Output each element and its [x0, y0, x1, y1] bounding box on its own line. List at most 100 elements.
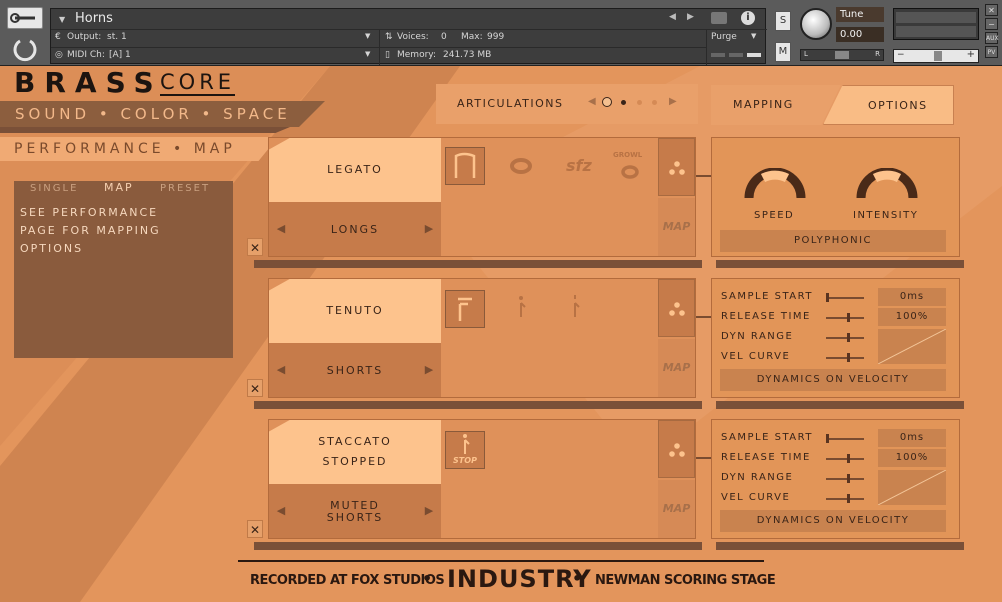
dyn-range-slider[interactable]	[826, 337, 864, 339]
page-dot-2[interactable]	[621, 100, 626, 105]
slot1-remove-icon[interactable]: ✕	[247, 238, 263, 256]
slot3-map-button[interactable]: MAP	[658, 480, 695, 538]
tab-map[interactable]: MAP	[104, 181, 134, 194]
memory-label: Memory:	[397, 50, 436, 60]
slot3-remove-icon[interactable]: ✕	[247, 520, 263, 538]
page-dot-4[interactable]	[652, 100, 657, 105]
max-label: Max:	[461, 32, 483, 42]
pan-handle[interactable]	[835, 51, 849, 59]
sample-start-handle[interactable]	[826, 434, 829, 443]
release-time-slider[interactable]	[826, 317, 864, 319]
sfz-icon[interactable]: sfz	[566, 156, 592, 175]
next-instrument-icon[interactable]: ▶	[687, 12, 694, 22]
tab-preset[interactable]: PRESET	[160, 183, 210, 194]
sample-start-label: SAMPLE START	[721, 291, 813, 302]
info-icon[interactable]: i	[741, 11, 755, 25]
wrench-icon[interactable]	[7, 7, 43, 29]
dyn-range-slider[interactable]	[826, 478, 864, 480]
slot2-remove-icon[interactable]: ✕	[247, 379, 263, 397]
voices-value: 0	[441, 32, 447, 42]
articulation-name-line1: STACCATO	[318, 435, 392, 448]
release-time-value[interactable]: 100%	[878, 449, 946, 467]
growl-icon[interactable]	[621, 164, 639, 179]
speed-label: SPEED	[754, 210, 795, 221]
speed-knob[interactable]	[743, 167, 807, 202]
purge-dropdown[interactable]: Purge	[711, 32, 737, 42]
intensity-knob[interactable]	[855, 167, 919, 202]
sample-start-value[interactable]: 0ms	[878, 429, 946, 447]
release-time-handle[interactable]	[847, 454, 850, 463]
pan-slider[interactable]: L R	[800, 49, 884, 61]
sample-start-slider[interactable]	[826, 438, 864, 440]
release-time-value[interactable]: 100%	[878, 308, 946, 326]
tune-value[interactable]: 0.00	[836, 27, 884, 42]
slot3-multi-button[interactable]	[658, 420, 695, 478]
slot1-multi-button[interactable]	[658, 138, 695, 196]
articulation-button-staccato-stopped[interactable]	[269, 420, 441, 484]
midi-dropdown-icon[interactable]: ▼	[365, 50, 370, 58]
mute-button[interactable]: M	[775, 42, 791, 62]
sample-start-value[interactable]: 0ms	[878, 288, 946, 306]
staccatissimo-note-icon[interactable]	[569, 295, 581, 321]
max-value[interactable]: 999	[487, 32, 504, 42]
vel-curve-handle[interactable]	[847, 494, 850, 503]
page-dot-1[interactable]	[602, 97, 612, 107]
legato-note-icon[interactable]	[445, 147, 485, 185]
release-time-slider[interactable]	[826, 458, 864, 460]
minimize-icon[interactable]: −	[985, 18, 998, 30]
vel-curve-slider[interactable]	[826, 357, 864, 359]
slot2-multi-button[interactable]	[658, 279, 695, 337]
brand-core: CORE	[160, 70, 236, 96]
long-note-icon[interactable]	[509, 157, 533, 175]
tune-label: Tune	[836, 7, 884, 22]
vel-curve-label: VEL CURVE	[721, 492, 791, 503]
solo-button[interactable]: S	[775, 11, 791, 31]
dynamics-on-velocity-button[interactable]: DYNAMICS ON VELOCITY	[720, 510, 946, 532]
vel-curve-handle[interactable]	[847, 353, 850, 362]
slot2-map-button[interactable]: MAP	[658, 339, 695, 397]
tab-mapping[interactable]: MAPPING	[711, 85, 841, 125]
purge-meter-1	[711, 53, 725, 57]
sample-start-slider[interactable]	[826, 297, 864, 299]
camera-icon[interactable]	[711, 12, 727, 24]
midi-value[interactable]: [A] 1	[109, 50, 131, 60]
output-value[interactable]: st. 1	[107, 32, 127, 42]
volume-handle[interactable]	[934, 51, 942, 61]
velocity-curve-display[interactable]	[877, 469, 947, 506]
prev-instrument-icon[interactable]: ◀	[669, 12, 676, 22]
performance-map-menu[interactable]: PERFORMANCE • MAP	[0, 137, 278, 161]
output-dropdown-icon[interactable]: ▼	[365, 32, 370, 40]
spiccato-note-icon[interactable]	[515, 295, 527, 321]
slot1-map-button[interactable]: MAP	[658, 198, 695, 256]
options-panel-3: SAMPLE START 0ms RELEASE TIME 100% DYN R…	[711, 419, 960, 539]
page-dot-3[interactable]	[637, 100, 642, 105]
release-time-label: RELEASE TIME	[721, 452, 811, 463]
purge-dropdown-icon[interactable]: ▼	[751, 32, 756, 40]
instrument-name[interactable]: Horns	[75, 11, 113, 26]
power-icon[interactable]	[11, 35, 39, 63]
stopped-note-icon[interactable]: STOP	[445, 431, 485, 469]
pv-button[interactable]: PV	[985, 46, 998, 58]
tenuto-note-icon[interactable]	[445, 290, 485, 328]
polyphonic-button[interactable]: POLYPHONIC	[720, 230, 946, 252]
collapse-icon[interactable]: ▼	[59, 15, 65, 24]
volume-slider[interactable]: − +	[893, 49, 979, 63]
dyn-range-handle[interactable]	[847, 474, 850, 483]
aux-button[interactable]: AUX	[985, 32, 999, 44]
tab-single[interactable]: SINGLE	[30, 183, 78, 194]
velocity-curve-display[interactable]	[877, 328, 947, 365]
close-icon[interactable]: ✕	[985, 4, 998, 16]
vel-curve-slider[interactable]	[826, 498, 864, 500]
tab-options[interactable]: OPTIONS	[823, 85, 954, 125]
dynamics-on-velocity-button[interactable]: DYNAMICS ON VELOCITY	[720, 369, 946, 391]
tune-knob[interactable]	[800, 8, 832, 40]
info-line-3: OPTIONS	[20, 242, 84, 255]
release-time-handle[interactable]	[847, 313, 850, 322]
articulations-prev-icon[interactable]: ◀	[588, 96, 596, 107]
memory-icon: ▯	[385, 50, 390, 60]
articulation-name-tenuto: TENUTO	[326, 304, 384, 317]
sound-color-space-menu[interactable]: SOUND • COLOR • SPACE	[0, 101, 325, 127]
articulations-next-icon[interactable]: ▶	[669, 96, 677, 107]
sample-start-handle[interactable]	[826, 293, 829, 302]
dyn-range-handle[interactable]	[847, 333, 850, 342]
